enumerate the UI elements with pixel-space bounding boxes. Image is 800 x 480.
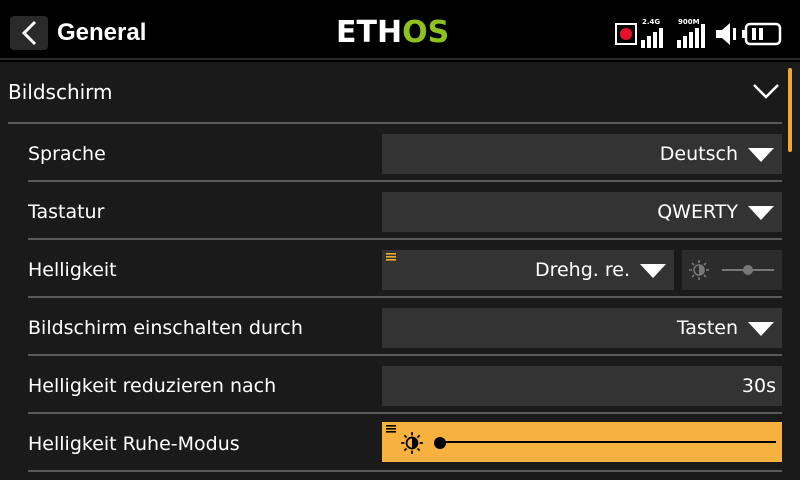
helligkeit-slider [682,250,782,290]
tastatur-label: Tastatur [28,201,105,223]
divider [28,354,782,356]
divider [28,470,782,472]
record-icon [615,23,637,45]
signal-24-icon [641,28,663,48]
dropdown-arrow-icon [748,148,774,162]
chevron-down-icon[interactable] [752,82,780,100]
settings-panel: Bildschirm Sprache Deutsch Tastatur QWER… [0,62,800,480]
divider [28,296,782,298]
divider [28,412,782,414]
menu-icon [386,425,396,433]
dropdown-arrow-icon [748,206,774,220]
slider-knob [743,265,753,275]
status-area: 2.4G 900M [612,16,792,50]
divider [8,122,782,124]
header-bar: General ETHOS 2.4G 900M [0,0,800,60]
dropdown-arrow-icon [748,322,774,336]
sprache-dropdown[interactable]: Deutsch [382,134,782,174]
scrollbar[interactable] [788,68,792,152]
helligkeit-reduzieren-label: Helligkeit reduzieren nach [28,375,277,397]
divider [28,238,782,240]
sprache-value: Deutsch [659,143,738,165]
chevron-left-icon [21,20,37,46]
speaker-icon [716,23,736,45]
helligkeit-source-dropdown[interactable]: Drehg. re. [382,250,674,290]
bildschirm-einschalten-label: Bildschirm einschalten durch [28,317,303,339]
back-button[interactable] [10,16,48,50]
dropdown-arrow-icon [640,264,666,278]
signal-900-icon [677,24,705,48]
bildschirm-einschalten-dropdown[interactable]: Tasten [382,308,782,348]
brightness-icon [689,260,709,280]
bildschirm-einschalten-value: Tasten [676,317,738,339]
tastatur-dropdown[interactable]: QWERTY [382,192,782,232]
menu-icon [386,253,396,261]
brightness-icon [401,432,423,454]
section-bildschirm[interactable]: Bildschirm [0,62,782,124]
slider-track [438,441,776,443]
helligkeit-ruhe-slider[interactable] [382,422,782,462]
helligkeit-source-value: Drehg. re. [534,259,630,281]
helligkeit-reduzieren-value: 30s [741,375,776,397]
helligkeit-reduzieren-field[interactable]: 30s [382,366,782,406]
helligkeit-ruhe-label: Helligkeit Ruhe-Modus [28,433,240,455]
section-title: Bildschirm [8,80,113,104]
tastatur-value: QWERTY [657,201,738,223]
divider [28,180,782,182]
battery-icon [742,22,782,46]
helligkeit-label: Helligkeit [28,259,117,281]
ethos-logo: ETHOS [336,15,450,50]
slider-knob[interactable] [434,437,446,449]
page-title: General [57,19,147,46]
sprache-label: Sprache [28,143,106,165]
